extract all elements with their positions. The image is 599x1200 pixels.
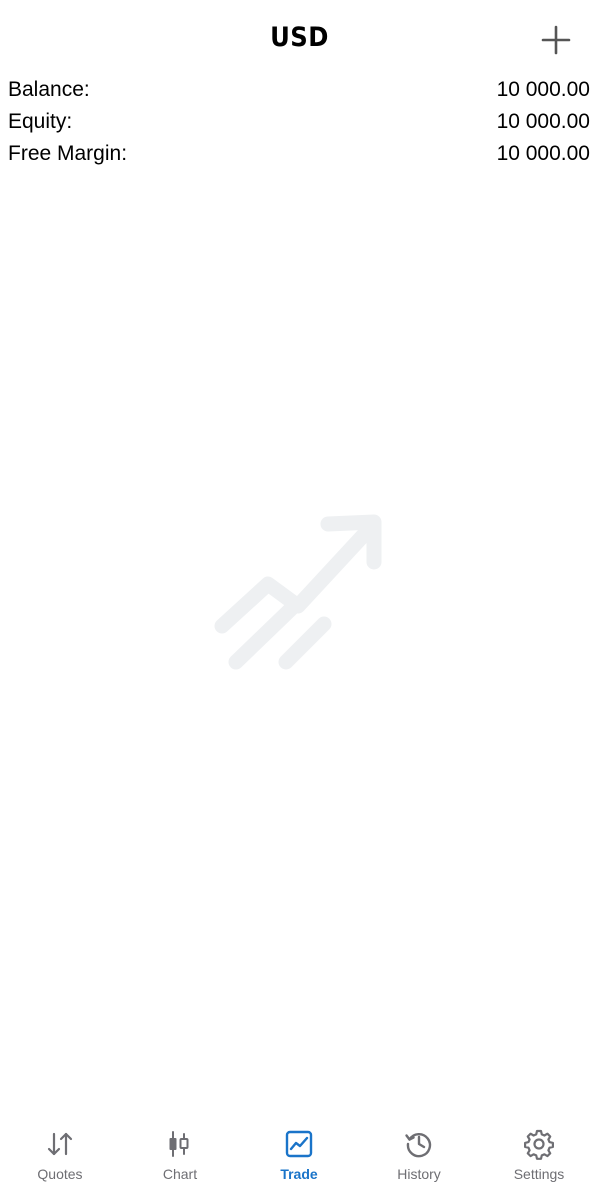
tab-settings[interactable]: Settings bbox=[479, 1128, 599, 1192]
tab-history-label: History bbox=[397, 1166, 441, 1182]
equity-value: 10 000.00 bbox=[496, 110, 590, 133]
gear-icon bbox=[524, 1129, 554, 1160]
tab-chart-label: Chart bbox=[162, 1166, 198, 1182]
trade-chart-icon bbox=[285, 1130, 313, 1158]
empty-state-illustration bbox=[212, 512, 388, 676]
balance-row: Balance: 10 000.00 bbox=[8, 74, 590, 106]
plus-icon bbox=[541, 25, 571, 55]
tab-settings-label: Settings bbox=[513, 1166, 565, 1182]
tab-trade-label: Trade bbox=[280, 1166, 318, 1182]
tab-quotes-label: Quotes bbox=[37, 1166, 83, 1182]
balance-value: 10 000.00 bbox=[496, 78, 590, 101]
tab-quotes[interactable]: Quotes bbox=[0, 1128, 120, 1192]
tab-history[interactable]: History bbox=[359, 1128, 479, 1192]
tab-bar: Quotes Chart Trade History Settings bbox=[0, 1118, 599, 1200]
free-margin-row: Free Margin: 10 000.00 bbox=[8, 138, 590, 170]
free-margin-value: 10 000.00 bbox=[496, 142, 590, 165]
add-button[interactable] bbox=[538, 22, 574, 58]
tab-chart[interactable]: Chart bbox=[120, 1128, 240, 1192]
balance-label: Balance: bbox=[8, 78, 90, 101]
history-icon bbox=[405, 1132, 432, 1158]
equity-row: Equity: 10 000.00 bbox=[8, 106, 590, 138]
trending-up-icon bbox=[214, 514, 382, 670]
nav-header: USD bbox=[0, 0, 599, 78]
equity-label: Equity: bbox=[8, 110, 73, 133]
candlestick-icon bbox=[169, 1131, 189, 1157]
page-title: USD bbox=[270, 22, 329, 53]
free-margin-label: Free Margin: bbox=[8, 142, 128, 165]
account-summary: Balance: 10 000.00 Equity: 10 000.00 Fre… bbox=[8, 74, 590, 170]
arrows-up-down-icon bbox=[47, 1132, 73, 1156]
tab-trade[interactable]: Trade bbox=[239, 1128, 359, 1192]
